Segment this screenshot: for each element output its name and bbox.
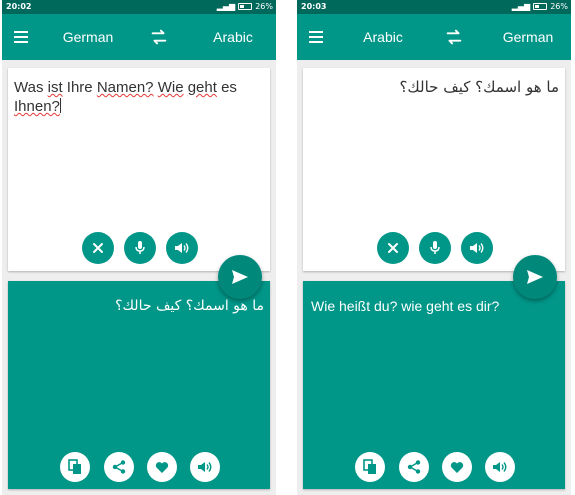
- favorite-button[interactable]: [147, 452, 177, 482]
- input-word: ist: [47, 79, 63, 96]
- output-card: ما هو اسمك؟ كيف حالك؟: [8, 281, 270, 489]
- source-language-button[interactable]: Arabic: [341, 29, 425, 45]
- toolbar: German Arabic: [2, 14, 276, 60]
- speaker-icon: [493, 462, 507, 472]
- swap-icon[interactable]: [443, 26, 465, 48]
- signal-icon: ▂▄▆: [511, 2, 531, 11]
- clear-icon: [93, 243, 103, 253]
- input-word: Ihnen?: [14, 98, 60, 115]
- screenshot-right: 20:03 ▂▄▆ 26% Arabic German ما هو اسمك؟ …: [297, 0, 571, 495]
- text-cursor: [59, 98, 61, 113]
- heart-icon: [450, 461, 464, 473]
- translation-text: ما هو اسمك؟ كيف حالك؟: [115, 298, 264, 314]
- copy-icon: [363, 459, 376, 474]
- status-icons: ▂▄▆ 26%: [217, 2, 273, 11]
- translate-button[interactable]: [218, 255, 262, 299]
- battery-level: 26%: [255, 2, 273, 11]
- target-language-button[interactable]: Arabic: [194, 29, 272, 45]
- microphone-button[interactable]: [419, 232, 451, 264]
- source-language-button[interactable]: German: [46, 29, 130, 45]
- target-language-button[interactable]: German: [489, 29, 567, 45]
- speak-output-button[interactable]: [485, 452, 515, 482]
- clear-icon: [388, 243, 398, 253]
- input-word: Ihre: [66, 79, 93, 96]
- status-bar: 20:03 ▂▄▆ 26%: [297, 0, 571, 14]
- speak-input-button[interactable]: [461, 232, 493, 264]
- microphone-icon: [430, 241, 440, 254]
- share-icon: [407, 460, 421, 474]
- status-icons: ▂▄▆ 26%: [512, 2, 568, 11]
- menu-icon[interactable]: [14, 31, 28, 43]
- input-word: Wie: [157, 79, 184, 96]
- clear-button[interactable]: [377, 232, 409, 264]
- copy-button[interactable]: [355, 452, 385, 482]
- copy-icon: [68, 459, 81, 474]
- microphone-button[interactable]: [124, 232, 156, 264]
- speaker-icon: [198, 462, 212, 472]
- send-icon: [232, 270, 248, 284]
- screenshot-left: 20:02 ▂▄▆ 26% German Arabic Was ist Ihre…: [2, 0, 276, 495]
- battery-icon: [238, 3, 253, 10]
- input-word: es: [221, 79, 237, 96]
- send-icon: [527, 270, 543, 284]
- output-card: Wie heißt du? wie geht es dir?: [303, 281, 565, 489]
- status-bar: 20:02 ▂▄▆ 26%: [2, 0, 276, 14]
- toolbar: Arabic German: [297, 14, 571, 60]
- input-word: Namen?: [96, 79, 154, 96]
- clear-button[interactable]: [82, 232, 114, 264]
- input-card: ما هو اسمك؟ كيف حالك؟: [303, 68, 565, 271]
- input-word: Was: [14, 79, 44, 96]
- microphone-icon: [135, 241, 145, 254]
- speaker-icon: [470, 243, 484, 253]
- speaker-icon: [175, 243, 189, 253]
- input-card: Was ist Ihre Namen? Wie geht es Ihnen?: [8, 68, 270, 271]
- swap-icon[interactable]: [148, 26, 170, 48]
- heart-icon: [155, 461, 169, 473]
- speak-output-button[interactable]: [190, 452, 220, 482]
- status-time: 20:02: [6, 2, 32, 11]
- translate-button[interactable]: [513, 255, 557, 299]
- battery-level: 26%: [550, 2, 568, 11]
- translation-text: Wie heißt du? wie geht es dir?: [311, 298, 500, 314]
- share-button[interactable]: [399, 452, 429, 482]
- favorite-button[interactable]: [442, 452, 472, 482]
- speak-input-button[interactable]: [166, 232, 198, 264]
- menu-icon[interactable]: [309, 31, 323, 43]
- copy-button[interactable]: [60, 452, 90, 482]
- signal-icon: ▂▄▆: [216, 2, 236, 11]
- input-text-field[interactable]: Was ist Ihre Namen? Wie geht es Ihnen?: [14, 78, 264, 116]
- share-button[interactable]: [104, 452, 134, 482]
- input-text-field[interactable]: ما هو اسمك؟ كيف حالك؟: [309, 78, 559, 97]
- status-time: 20:03: [301, 2, 327, 11]
- input-word: geht: [187, 79, 217, 96]
- share-icon: [112, 460, 126, 474]
- battery-icon: [533, 3, 548, 10]
